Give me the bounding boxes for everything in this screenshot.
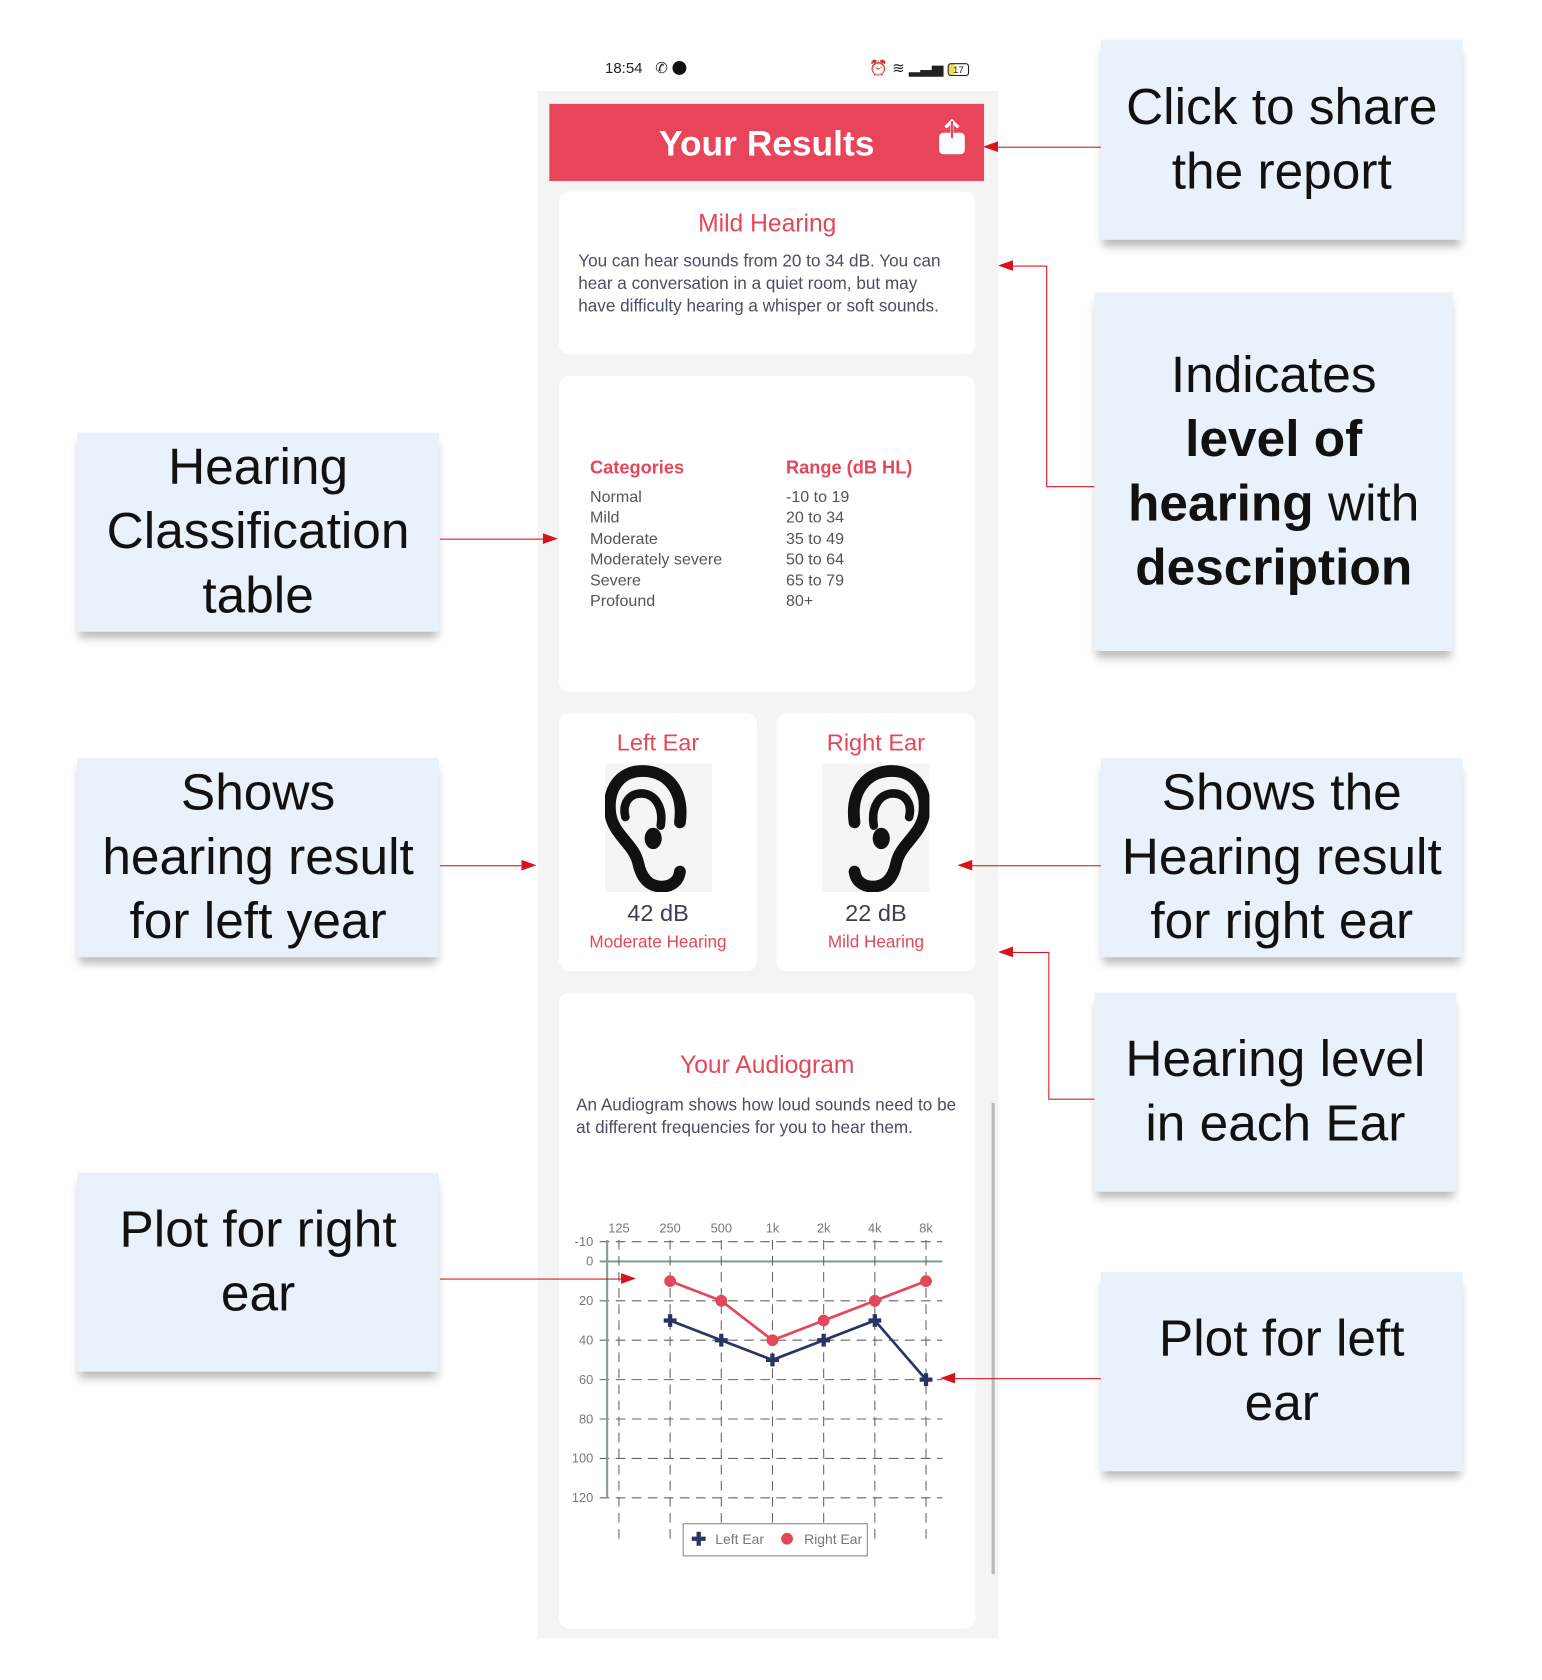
data-point-left-ear bbox=[766, 1353, 779, 1367]
legend-right-ear-label: Right Ear bbox=[804, 1531, 862, 1547]
y-tick-label: 60 bbox=[579, 1372, 593, 1387]
annotation-plot-left: Plot for left ear bbox=[1100, 1272, 1463, 1472]
y-tick-label: 0 bbox=[586, 1254, 593, 1269]
y-tick-label: 100 bbox=[572, 1451, 593, 1466]
data-point-right-ear bbox=[715, 1294, 728, 1307]
data-point-right-ear bbox=[920, 1275, 932, 1287]
data-point-left-ear bbox=[817, 1333, 831, 1347]
x-tick-label: 8k bbox=[919, 1220, 933, 1235]
legend-right-ear-icon bbox=[781, 1532, 793, 1545]
annotation-level: Indicates level of hearing with descripti… bbox=[1094, 292, 1454, 652]
annotation-text: Plot for right ear bbox=[119, 1201, 397, 1323]
y-tick-label: 120 bbox=[572, 1490, 593, 1505]
data-point-left-ear bbox=[663, 1314, 677, 1327]
annotation-text: Shows the Hearing result for right ear bbox=[1121, 764, 1442, 950]
x-tick-label: 125 bbox=[608, 1220, 629, 1235]
annotation-text: Shows hearing result for left year bbox=[102, 764, 414, 950]
y-tick-label: 80 bbox=[579, 1411, 593, 1426]
series-line-right-ear bbox=[669, 1279, 927, 1342]
annotation-right: Shows the Hearing result for right ear bbox=[1100, 758, 1463, 958]
data-point-right-ear bbox=[868, 1294, 881, 1307]
data-point-left-ear bbox=[714, 1333, 728, 1347]
x-tick-label: 250 bbox=[659, 1220, 680, 1235]
annotation-text: Hearing level in each Ear bbox=[1125, 1031, 1426, 1153]
annotation-left: Shows hearing result for left year bbox=[77, 758, 440, 958]
legend-left-ear-label: Left Ear bbox=[715, 1531, 764, 1547]
annotation-plot-right: Plot for right ear bbox=[77, 1172, 440, 1372]
y-tick-label: 40 bbox=[579, 1332, 593, 1347]
annotation-text: Indicates level of hearing with descripti… bbox=[1128, 346, 1420, 596]
annotation-table: Hearing Classification table bbox=[77, 432, 440, 632]
annotation-text: Plot for left ear bbox=[1158, 1310, 1405, 1432]
x-tick-label: 1k bbox=[766, 1220, 780, 1235]
annotation-text: Hearing Classification table bbox=[106, 439, 410, 625]
data-point-right-ear bbox=[817, 1314, 830, 1327]
x-tick-label: 500 bbox=[711, 1220, 732, 1235]
annotation-share: Click to share the report bbox=[1100, 39, 1463, 240]
annotation-each: Hearing level in each Ear bbox=[1094, 992, 1457, 1192]
annotation-text: Click to share the report bbox=[1126, 78, 1438, 200]
y-tick-label: -10 bbox=[575, 1234, 594, 1249]
data-point-right-ear bbox=[664, 1275, 676, 1287]
y-tick-label: 20 bbox=[579, 1293, 593, 1308]
x-tick-label: 2k bbox=[817, 1220, 831, 1235]
x-tick-label: 4k bbox=[868, 1220, 882, 1235]
data-point-right-ear bbox=[766, 1334, 779, 1347]
